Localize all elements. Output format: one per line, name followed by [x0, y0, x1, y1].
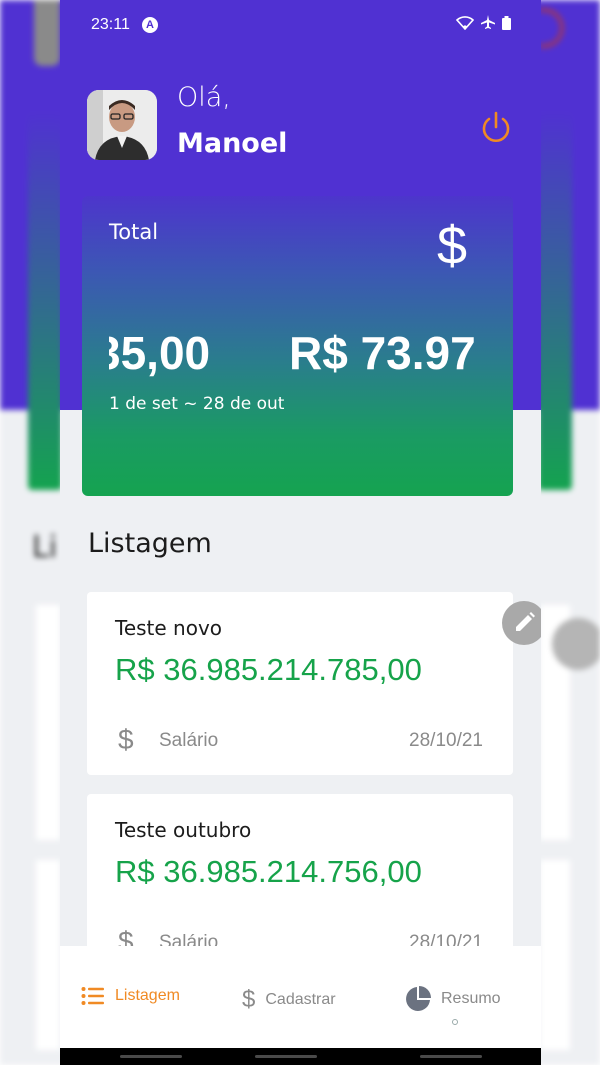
- pie-chart-icon: [406, 986, 431, 1011]
- nav-gesture-bar: [255, 1055, 317, 1058]
- nav-item-listagem[interactable]: Listagem: [81, 986, 180, 1006]
- ghost-total-card-left: [28, 110, 62, 490]
- nav-label: Resumo: [441, 990, 501, 1007]
- avatar[interactable]: [87, 90, 157, 160]
- list-icon: [81, 987, 104, 1005]
- total-date-range: 1 de set ~ 28 de out: [109, 394, 285, 414]
- dollar-icon: $: [437, 216, 468, 276]
- item-title: Teste outubro: [115, 818, 252, 842]
- total-amount-previous: 35,00: [109, 327, 211, 379]
- ghost-list-card: [36, 860, 60, 1050]
- ghost-list-card: [540, 860, 570, 1050]
- focus-indicator: [452, 1019, 458, 1025]
- edit-button[interactable]: [502, 601, 541, 645]
- logout-button[interactable]: [480, 110, 512, 144]
- ghost-total-card-right: [538, 110, 572, 490]
- list-item[interactable]: Teste novo R$ 36.985.214.785,00 $ Salári…: [87, 592, 513, 775]
- battery-icon: [502, 15, 511, 34]
- ghost-edit-button: [552, 618, 600, 670]
- total-card[interactable]: Total $ 35,00 R$ 73.97 1 de set ~ 28 de …: [82, 196, 513, 496]
- user-name: Manoel: [177, 128, 288, 159]
- nav-label: Cadastrar: [265, 991, 336, 1008]
- pencil-icon: [516, 612, 535, 631]
- nav-item-cadastrar[interactable]: $ Cadastrar: [242, 986, 336, 1014]
- nav-gesture-bar: [120, 1055, 182, 1058]
- greeting-text: Olá,: [177, 82, 231, 113]
- item-value: R$ 36.985.214.756,00: [115, 854, 422, 889]
- item-category: Salário: [159, 730, 219, 751]
- ghost-list-card: [36, 605, 60, 840]
- airplane-icon: [480, 14, 496, 34]
- nav-item-resumo[interactable]: Resumo: [405, 986, 501, 1012]
- total-amount-current: R$ 73.97: [289, 327, 476, 379]
- nav-label: Listagem: [115, 987, 180, 1004]
- status-bar: 23:11 A: [60, 0, 541, 52]
- status-icons: [455, 14, 511, 34]
- wifi-icon: [455, 15, 475, 34]
- nav-gesture-bar: [420, 1055, 482, 1058]
- ghost-list-title: Li: [32, 530, 58, 565]
- avatar-photo: [87, 90, 157, 160]
- dollar-icon: $: [242, 986, 256, 1013]
- total-label: Total: [109, 220, 159, 244]
- phone-screen: 23:11 A Olá, Manoel Total $ 5,00 R$ 73.9…: [60, 0, 541, 1065]
- ghost-avatar: [34, 0, 60, 66]
- item-date: 28/10/21: [409, 730, 483, 751]
- item-value: R$ 36.985.214.785,00: [115, 652, 422, 687]
- system-navigation-bar: [60, 1048, 541, 1065]
- list-title: Listagem: [88, 528, 212, 559]
- item-title: Teste novo: [115, 616, 223, 640]
- bottom-navigation: Listagem $ Cadastrar Resumo: [60, 946, 541, 1048]
- total-amount-carousel[interactable]: 35,00 R$ 73.97: [109, 326, 487, 390]
- power-icon: [482, 111, 510, 142]
- notification-icon: A: [142, 17, 158, 33]
- status-time: 23:11: [91, 16, 130, 33]
- dollar-icon: $: [118, 724, 134, 755]
